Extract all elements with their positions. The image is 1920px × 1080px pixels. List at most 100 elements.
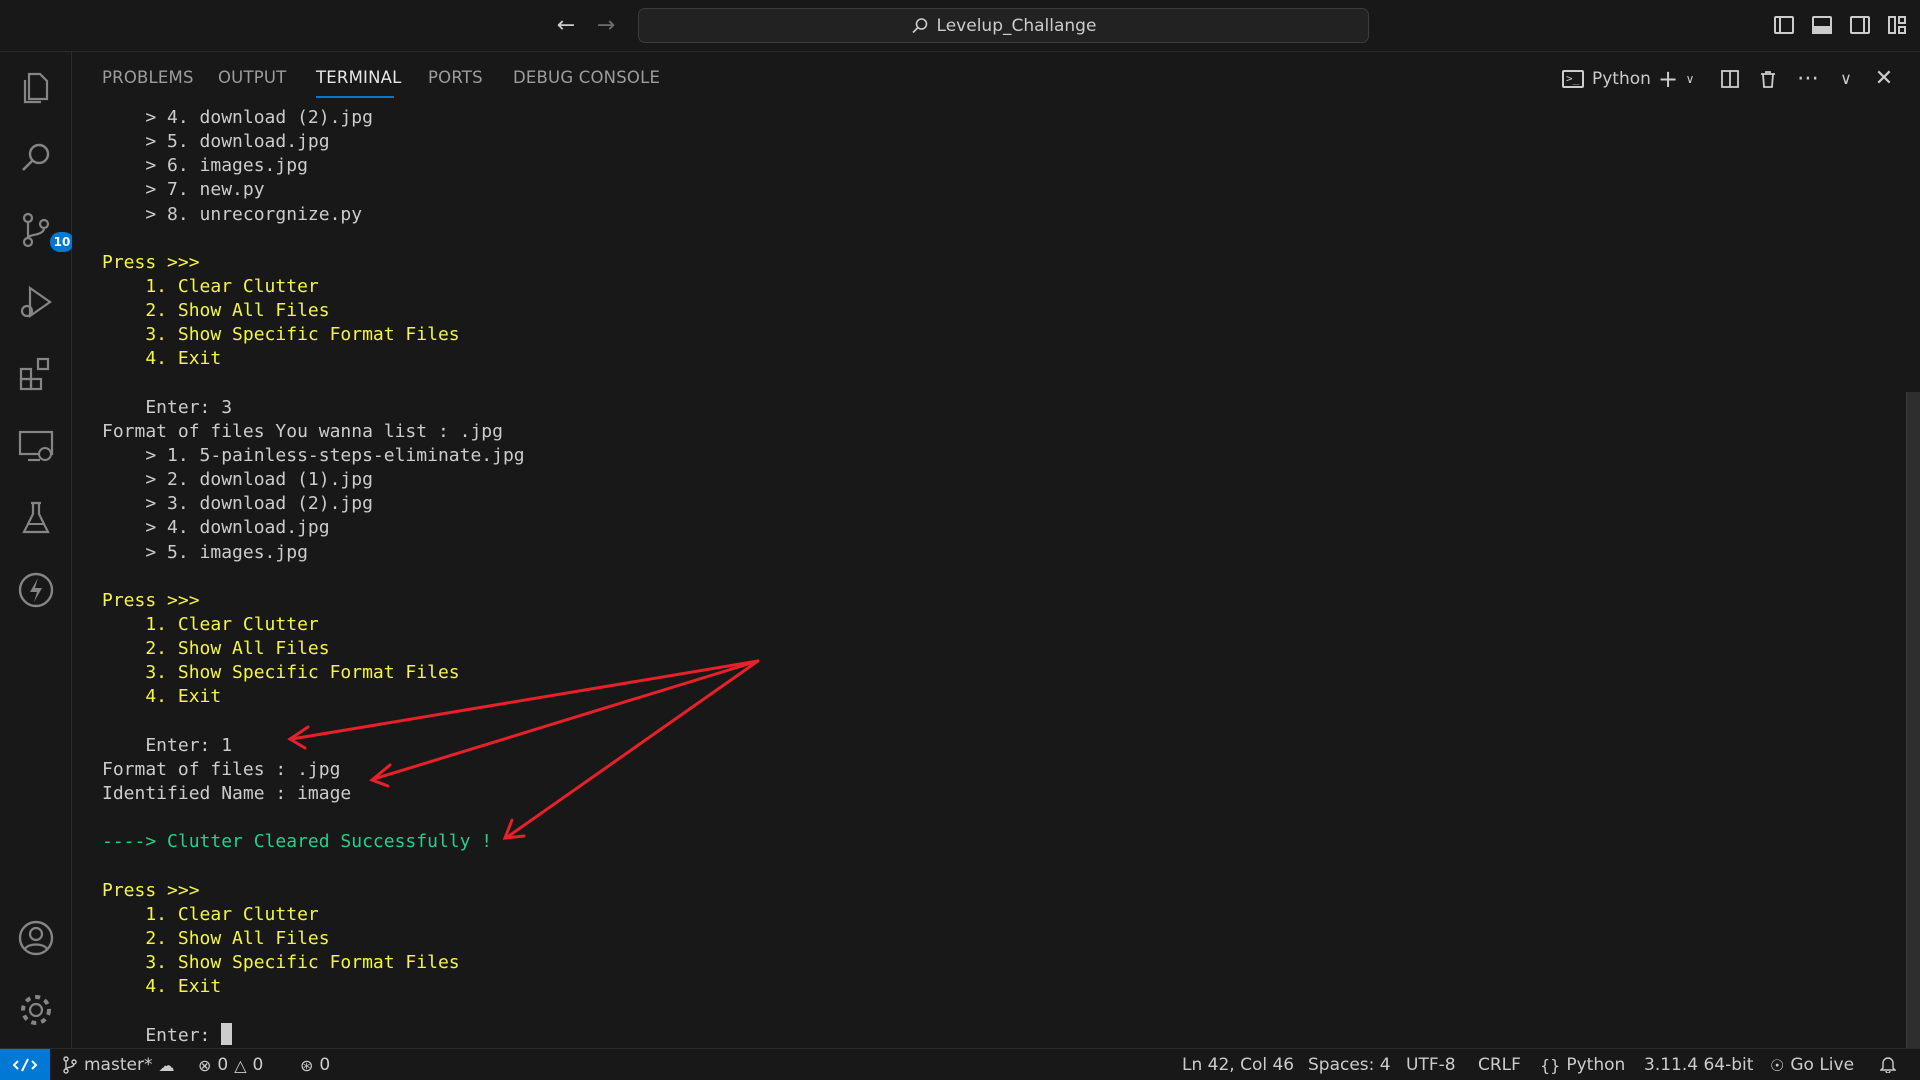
command-center-search[interactable]: Levelup_Challange [638,8,1369,43]
run-and-debug-icon[interactable] [16,282,56,322]
terminal-icon: >_ [1562,70,1584,88]
panel-tab-bar: PROBLEMS OUTPUT TERMINAL PORTS DEBUG CON… [72,52,1920,106]
remote-indicator[interactable] [0,1049,50,1080]
error-icon: ⊗ [198,1055,212,1075]
terminal-line: Press >>> [102,251,200,273]
ports-count: 0 [319,1055,331,1075]
language-mode[interactable]: {} Python [1540,1055,1625,1075]
arrow-left-icon[interactable]: ← [552,12,580,40]
bell-icon[interactable] [1880,1055,1896,1073]
terminal-line: 3. Show Specific Format Files [102,662,460,684]
search-icon [911,17,927,33]
sync-cloud-icon[interactable]: ☁ [158,1056,174,1075]
terminal-line: Press >>> [102,589,200,611]
toggle-panel-icon[interactable] [1810,14,1834,36]
braces-icon: {} [1540,1055,1561,1075]
source-control-icon[interactable]: 10 [16,210,74,252]
terminal-line: 4. Exit [102,976,222,998]
toggle-primary-sidebar-icon[interactable] [1772,14,1796,36]
chevron-down-icon[interactable]: ∨ [1682,64,1698,94]
close-icon[interactable]: ✕ [1872,64,1896,94]
activity-bar: 10 [0,52,74,1048]
terminal-line: > 5. images.jpg [102,541,308,563]
customize-layout-icon[interactable] [1886,14,1910,36]
terminal-line: > 5. download.jpg [102,131,330,153]
terminal-line: 2. Show All Files [102,300,330,322]
eol-status[interactable]: CRLF [1478,1055,1521,1075]
workspace-name: Levelup_Challange [936,15,1097,36]
gear-icon[interactable] [16,990,56,1030]
search-icon[interactable] [16,138,56,178]
terminal-line: > 1. 5-painless-steps-eliminate.jpg [102,444,525,466]
terminal-line: > 3. download (2).jpg [102,493,373,515]
error-count: 0 [217,1055,229,1075]
tab-output[interactable]: OUTPUT [218,68,286,87]
terminal-prompt: Enter: [102,1025,222,1046]
terminal-line: Format of files You wanna list : .jpg [102,420,503,442]
warning-count: 0 [252,1055,264,1075]
branch-name: master* [84,1055,153,1075]
terminal-output[interactable]: > 4. download (2).jpg > 5. download.jpg … [102,106,1882,1046]
terminal-line: 1. Clear Clutter [102,613,319,635]
terminal-line: 3. Show Specific Format Files [102,324,460,346]
remote-explorer-icon[interactable] [16,426,56,466]
plus-icon[interactable]: + [1656,64,1680,94]
terminal-profile-label: Python [1592,69,1651,89]
terminal-line: 4. Exit [102,348,222,370]
terminal-cursor[interactable] [221,1023,233,1046]
terminal-line: > 7. new.py [102,179,265,201]
terminal-line: 4. Exit [102,686,222,708]
arrow-right-icon[interactable]: → [592,12,620,40]
accounts-icon[interactable] [16,918,56,958]
terminal-line: > 4. download (2).jpg [102,107,373,128]
tab-terminal[interactable]: TERMINAL [316,68,402,87]
go-live-label: Go Live [1790,1055,1855,1075]
terminal-line: Identified Name : image [102,782,352,804]
title-bar: ← → Levelup_Challange [0,0,1920,52]
terminal-line: 2. Show All Files [102,638,330,660]
files-icon[interactable] [16,68,56,108]
terminal-line: > 6. images.jpg [102,155,308,177]
split-terminal-icon[interactable] [1718,64,1742,94]
terminal-line: 2. Show All Files [102,927,330,949]
cursor-position[interactable]: Ln 42, Col 46 [1182,1055,1294,1075]
terminal-line: ----> Clutter Cleared Successfully ! [102,831,493,853]
remote-icon [12,1058,38,1072]
trash-icon[interactable] [1756,64,1780,94]
problems-status[interactable]: ⊗ 0 △ 0 [198,1055,263,1075]
terminal-line: Enter: 3 [102,396,233,418]
terminal-line: 3. Show Specific Format Files [102,951,460,973]
panel: PROBLEMS OUTPUT TERMINAL PORTS DEBUG CON… [72,52,1920,1048]
python-interpreter[interactable]: 3.11.4 64-bit [1644,1055,1753,1075]
encoding-status[interactable]: UTF-8 [1406,1055,1456,1075]
terminal-prompt-line: Enter: [102,1023,1882,1046]
maximize-panel-chevron-icon[interactable]: ∨ [1834,64,1858,94]
language-label: Python [1566,1055,1626,1075]
more-actions-icon[interactable]: ⋯ [1794,64,1822,94]
testing-flask-icon[interactable] [16,498,56,538]
go-live-button[interactable]: ☉ Go Live [1770,1055,1854,1075]
ports-status[interactable]: ⊛ 0 [300,1055,330,1075]
terminal-line: Press >>> [102,879,200,901]
tab-debug-console[interactable]: DEBUG CONSOLE [513,68,660,87]
branch-status[interactable]: master* ☁ [62,1055,174,1075]
terminal-line: 1. Clear Clutter [102,275,319,297]
terminal-scrollbar[interactable] [1906,392,1920,1048]
terminal-profile-button[interactable]: >_ Python [1562,64,1651,94]
terminal-line: > 8. unrecorgnize.py [102,203,363,225]
toggle-secondary-sidebar-icon[interactable] [1848,14,1872,36]
tab-problems[interactable]: PROBLEMS [102,68,194,87]
broadcast-icon: ☉ [1770,1055,1785,1075]
terminal-line: 1. Clear Clutter [102,903,319,925]
indentation-status[interactable]: Spaces: 4 [1308,1055,1391,1075]
git-branch-icon [63,1056,77,1074]
tab-ports[interactable]: PORTS [428,68,483,87]
extensions-icon[interactable] [16,354,56,394]
warning-icon: △ [234,1055,247,1075]
thunder-client-icon[interactable] [16,570,56,610]
